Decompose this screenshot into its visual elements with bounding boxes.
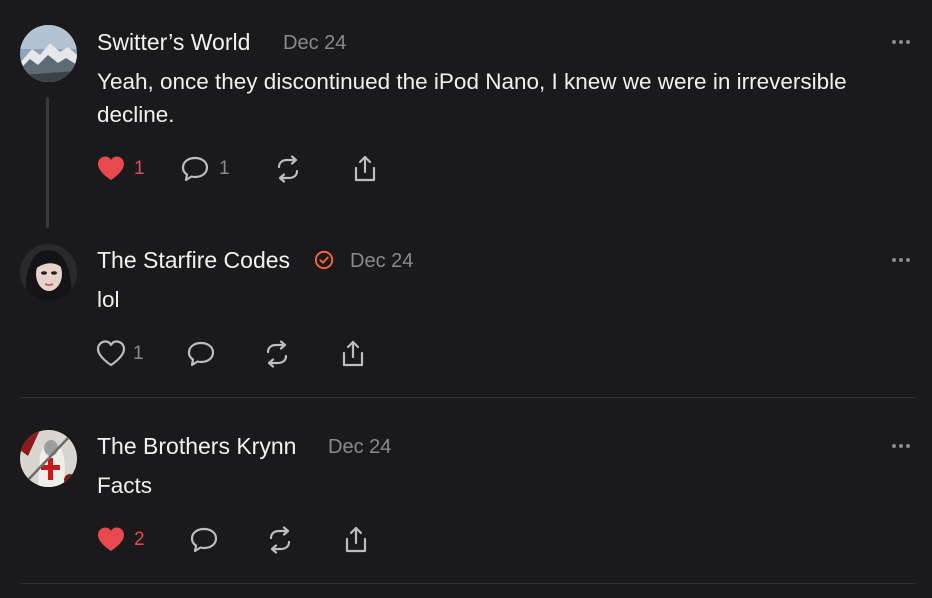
knight-avatar-icon [20, 430, 77, 487]
more-options-button[interactable] [888, 35, 914, 49]
more-options-button[interactable] [888, 253, 914, 267]
heart-filled-icon [98, 527, 124, 551]
post-1: Switter’s World Dec 24 Yeah, once they d… [0, 0, 932, 240]
thread-line [46, 97, 49, 228]
like-button[interactable]: 2 [96, 525, 151, 555]
like-button[interactable]: 1 [96, 339, 146, 369]
post-text: Facts [97, 473, 153, 498]
like-count: 1 [134, 158, 145, 179]
avatar[interactable] [20, 244, 77, 301]
repost-icon [266, 340, 288, 368]
more-dots-icon [892, 258, 910, 262]
reply-button[interactable] [189, 525, 219, 555]
repost-button[interactable] [262, 339, 292, 369]
reply-button[interactable] [186, 339, 216, 369]
share-button[interactable] [338, 339, 368, 369]
share-button[interactable] [350, 154, 380, 184]
author-name[interactable]: The Starfire Codes [97, 246, 290, 274]
share-icon [345, 526, 367, 553]
post-text: lol [97, 287, 120, 312]
post-date[interactable]: Dec 24 [350, 247, 413, 275]
post-date[interactable]: Dec 24 [283, 29, 346, 57]
more-dots-icon [892, 40, 910, 44]
avatar[interactable] [20, 25, 77, 82]
like-count: 1 [133, 343, 144, 364]
avatar[interactable] [20, 430, 77, 487]
woman-portrait-avatar-icon [20, 244, 77, 301]
like-button[interactable]: 1 [96, 154, 146, 184]
share-icon [354, 155, 376, 182]
heart-filled-icon [98, 156, 124, 180]
repost-icon [269, 526, 291, 554]
author-name[interactable]: Switter’s World [97, 28, 250, 56]
post-3: The Brothers Krynn Dec 24 Facts 2 [0, 398, 932, 584]
share-button[interactable] [341, 525, 371, 555]
repost-button[interactable] [273, 154, 303, 184]
post-date[interactable]: Dec 24 [328, 433, 391, 461]
post-text: Yeah, once they discontinued the iPod Na… [97, 69, 847, 127]
post-2: The Starfire Codes Dec 24 lol 1 [0, 240, 932, 398]
comment-icon [187, 341, 215, 367]
comment-icon [181, 156, 209, 182]
heart-outline-icon [96, 340, 126, 367]
mountain-avatar-icon [20, 25, 77, 82]
like-count: 2 [134, 529, 145, 550]
repost-icon [277, 155, 299, 183]
author-name[interactable]: The Brothers Krynn [97, 432, 296, 460]
share-icon [342, 340, 364, 367]
reply-count: 1 [219, 158, 230, 179]
reply-button[interactable]: 1 [180, 154, 230, 184]
repost-button[interactable] [265, 525, 295, 555]
post-divider [20, 583, 916, 584]
verified-badge-icon [314, 250, 334, 270]
comment-icon [190, 527, 218, 553]
more-dots-icon [892, 444, 910, 448]
more-options-button[interactable] [888, 439, 914, 453]
